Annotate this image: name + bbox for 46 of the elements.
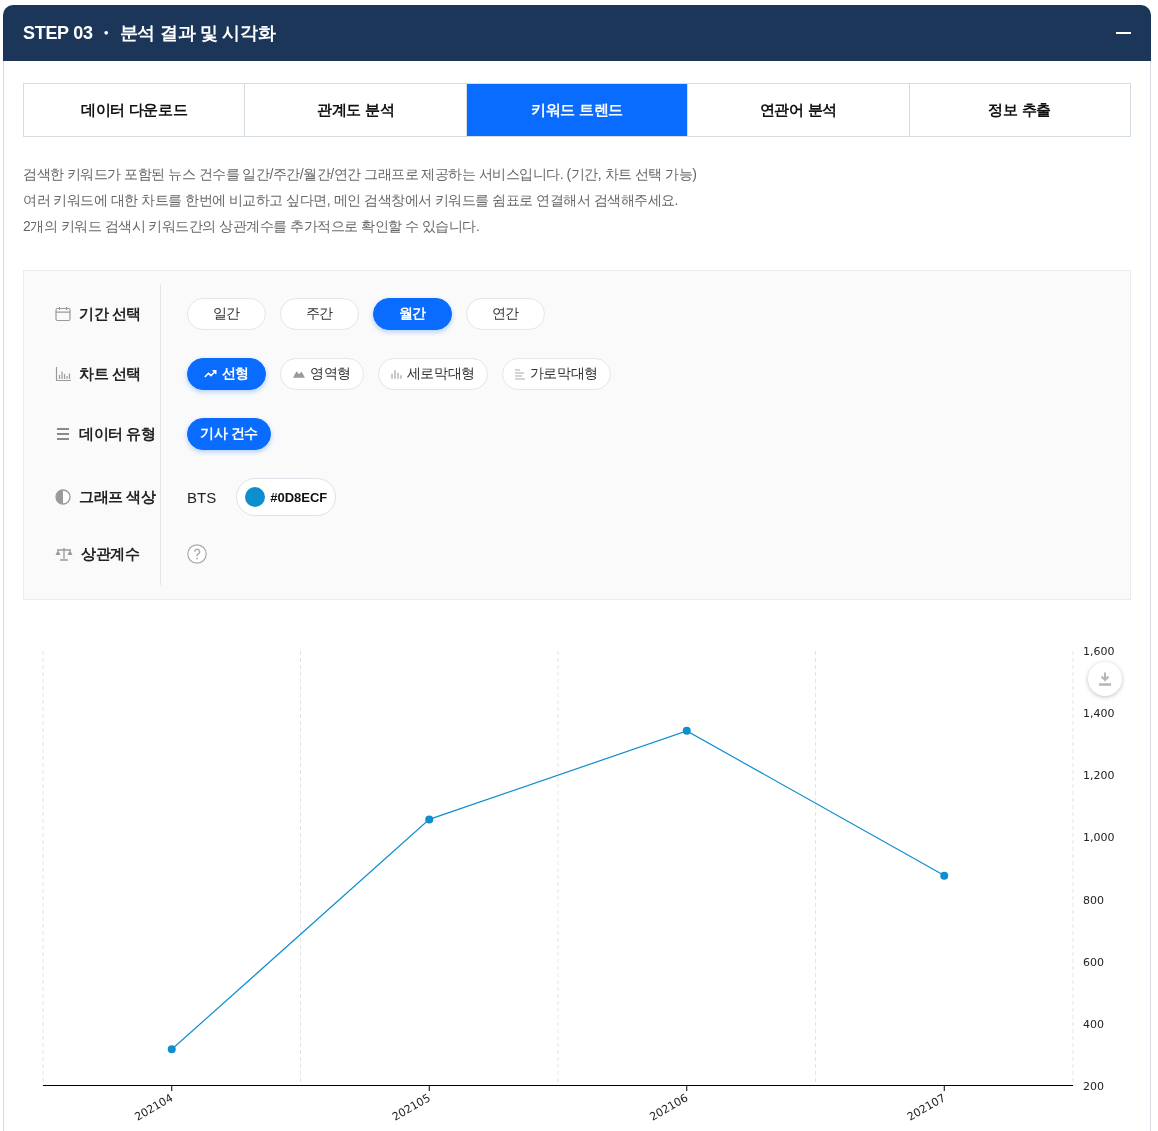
section-title: STEP 03 ・ 분석 결과 및 시각화 — [23, 22, 276, 45]
keyword-label: BTS — [187, 488, 217, 506]
data-point — [682, 726, 691, 735]
y-axis-label: 1,400 — [1083, 707, 1115, 721]
y-axis-label: 1,200 — [1083, 769, 1115, 783]
help-icon[interactable] — [187, 544, 207, 564]
tab[interactable]: 키워드 트렌드 — [466, 84, 689, 136]
bar-chart-icon — [55, 366, 71, 382]
y-axis-label: 1,600 — [1083, 645, 1115, 658]
list-icon — [55, 428, 71, 440]
y-axis-label: 400 — [1083, 1017, 1104, 1031]
download-button[interactable] — [1088, 662, 1122, 696]
y-axis-label: 1,000 — [1083, 831, 1115, 845]
y-axis-label: 200 — [1083, 1080, 1104, 1093]
chart-type-button[interactable]: 세로막대형 — [377, 358, 488, 390]
data-point — [425, 815, 434, 824]
minus-icon — [1115, 32, 1131, 34]
option-label: 차트 선택 — [79, 364, 142, 384]
option-label: 기간 선택 — [79, 304, 142, 324]
chart-type-button[interactable]: 선형 — [187, 358, 266, 390]
calendar-icon — [55, 306, 71, 322]
description-text: 여러 키워드에 대한 차트를 한번에 비교하고 싶다면, 메인 검색창에서 키워드를 쉼표로 연결해서 검색해주세요. — [23, 191, 679, 210]
description-text: 2개의 키워드 검색시 키워드간의 상관계수를 추가적으로 확인할 수 있습니다. — [23, 217, 481, 236]
period-button[interactable]: 월간 — [373, 298, 452, 330]
color-picker-button[interactable]: #0D8ECF — [236, 478, 337, 516]
y-axis-label: 600 — [1083, 955, 1104, 969]
period-button[interactable]: 연간 — [466, 298, 545, 330]
y-axis-label: 800 — [1083, 893, 1104, 907]
balance-scale-icon — [55, 547, 73, 561]
chart-type-button[interactable]: 가로막대형 — [501, 358, 611, 390]
download-icon — [1099, 672, 1111, 686]
data-point — [167, 1045, 176, 1054]
chart-type-button[interactable]: 영역형 — [280, 358, 364, 390]
area-chart-icon — [293, 370, 305, 378]
option-label: 그래프 색상 — [79, 487, 156, 507]
option-label: 데이터 유형 — [79, 424, 156, 444]
description-text: 검색한 키워드가 포함된 뉴스 건수를 일간/주간/월간/연간 그래프로 제공하는 서비스입니다. (기간, 차트 선택 가능) — [23, 165, 698, 184]
bar-chart-icon — [390, 369, 402, 379]
period-button[interactable]: 일간 — [187, 298, 266, 330]
trend-line-icon — [203, 370, 217, 378]
horizontal-bar-icon — [514, 368, 525, 380]
period-button[interactable]: 주간 — [280, 298, 359, 330]
data-type-button[interactable]: 기사 건수 — [187, 418, 271, 450]
data-point — [940, 871, 949, 880]
option-label: 상관계수 — [81, 544, 140, 564]
contrast-icon — [55, 489, 71, 505]
